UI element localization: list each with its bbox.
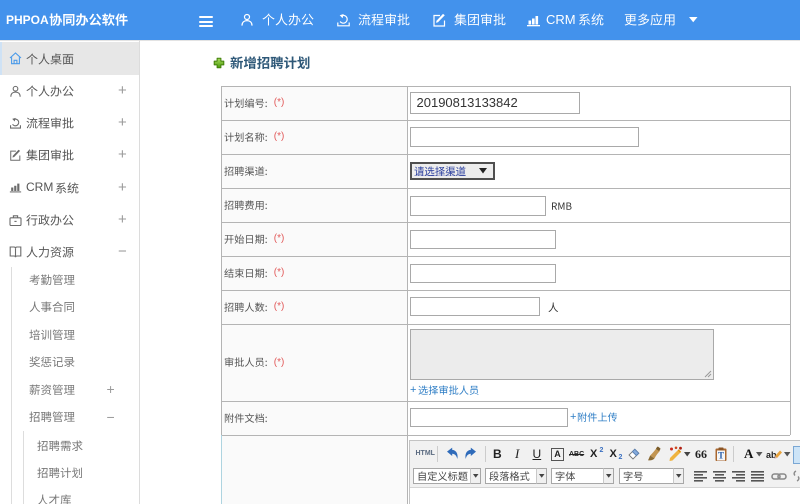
svg-text:ab: ab (766, 450, 777, 460)
svg-text:T: T (718, 451, 724, 461)
